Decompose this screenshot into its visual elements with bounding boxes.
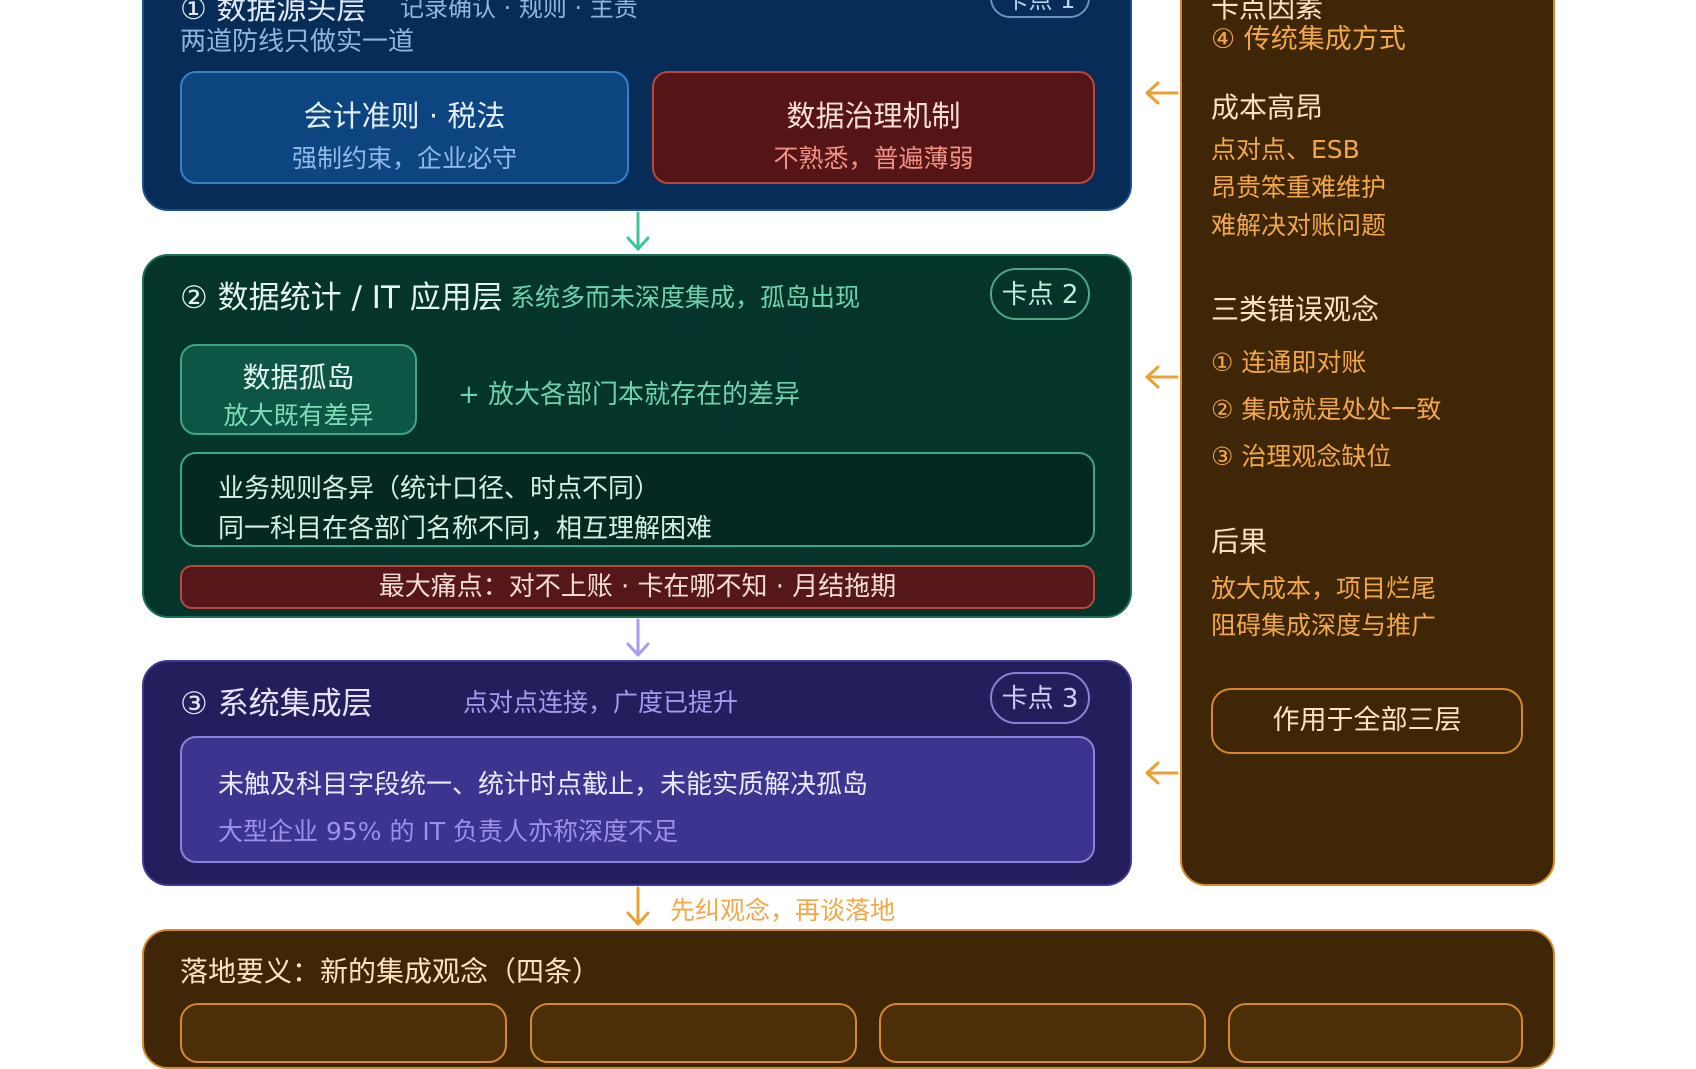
rules-line-2: 同一科目在各部门名称不同，相互理解困难 (218, 514, 713, 544)
cost-line-1: 点对点、ESB (1211, 135, 1360, 164)
rules-line-1: 业务规则各异（统计口径、时点不同） (218, 474, 661, 504)
layer2-title: ② 数据统计 / IT 应用层 (180, 280, 503, 316)
island-subtitle: 放大既有差异 (223, 401, 374, 430)
amplify-note: + 放大各部门本就存在的差异 (458, 380, 801, 410)
card-title: 会计准则 · 税法 (303, 99, 506, 133)
card-subtitle: 强制约束，企业必守 (291, 144, 517, 173)
cost-heading: 成本高昂 (1211, 91, 1324, 124)
layer1-note: 两道防线只做实一道 (180, 27, 415, 57)
integration-line-2: 大型企业 95% 的 IT 负责人亦称深度不足 (218, 817, 678, 846)
arrow-down-icon (626, 886, 650, 926)
transition-note: 先纠观念，再谈落地 (670, 896, 896, 925)
arrow-left-icon (1145, 81, 1179, 105)
consequence-line-2: 阻碍集成深度与推广 (1211, 611, 1437, 640)
arrow-left-icon (1145, 365, 1179, 389)
island-title: 数据孤岛 (242, 361, 355, 394)
integration-line-1: 未触及科目字段统一、统计时点截止，未能实质解决孤岛 (218, 770, 869, 800)
implementation-title: 落地要义：新的集成观念（四条） (180, 955, 601, 988)
misconception-item-3: ③ 治理观念缺位 (1211, 442, 1392, 471)
principle-card-3 (879, 1003, 1206, 1063)
layer3-title: ③ 系统集成层 (180, 686, 373, 722)
misconceptions-heading: 三类错误观念 (1211, 293, 1380, 326)
misconception-item-1: ① 连通即对账 (1211, 348, 1367, 377)
principle-card-4 (1228, 1003, 1523, 1063)
layer1-badge: 卡点 1 (990, 0, 1090, 18)
data-island-card: 数据孤岛 放大既有差异 (180, 344, 417, 435)
arrow-left-icon (1145, 761, 1179, 785)
consequence-line-1: 放大成本，项目烂尾 (1211, 574, 1437, 603)
business-rules-card: 业务规则各异（统计口径、时点不同） 同一科目在各部门名称不同，相互理解困难 (180, 452, 1095, 547)
layer2-subtitle: 系统多而未深度集成，孤岛出现 (510, 283, 861, 312)
arrow-down-icon (626, 211, 650, 251)
principle-card-1 (180, 1003, 507, 1063)
pain-point-bar: 最大痛点：对不上账 · 卡在哪不知 · 月结拖期 (180, 565, 1095, 609)
layer1-subtitle: 记录确认 · 规则 · 主责 (400, 0, 638, 22)
integration-limits-card: 未触及科目字段统一、统计时点截止，未能实质解决孤岛 大型企业 95% 的 IT … (180, 736, 1095, 863)
cost-line-2: 昂贵笨重难维护 (1211, 173, 1387, 202)
misconception-item-2: ② 集成就是处处一致 (1211, 395, 1442, 424)
card-title: 数据治理机制 (786, 99, 961, 133)
consequence-heading: 后果 (1211, 525, 1268, 558)
principle-card-2 (530, 1003, 857, 1063)
layer3-subtitle: 点对点连接，广度已提升 (463, 688, 739, 717)
card-subtitle: 不熟悉，普遍薄弱 (773, 144, 974, 173)
layer3-badge: 卡点 3 (990, 672, 1090, 724)
accounting-standards-card: 会计准则 · 税法 强制约束，企业必守 (180, 71, 629, 184)
applies-to-all-layers-tag: 作用于全部三层 (1211, 688, 1523, 754)
traditional-integration-item: ④ 传统集成方式 (1211, 24, 1406, 55)
cost-line-3: 难解决对账问题 (1211, 211, 1387, 240)
data-governance-card: 数据治理机制 不熟悉，普遍薄弱 (652, 71, 1095, 184)
arrow-down-icon (626, 618, 650, 657)
layer2-badge: 卡点 2 (990, 268, 1090, 320)
